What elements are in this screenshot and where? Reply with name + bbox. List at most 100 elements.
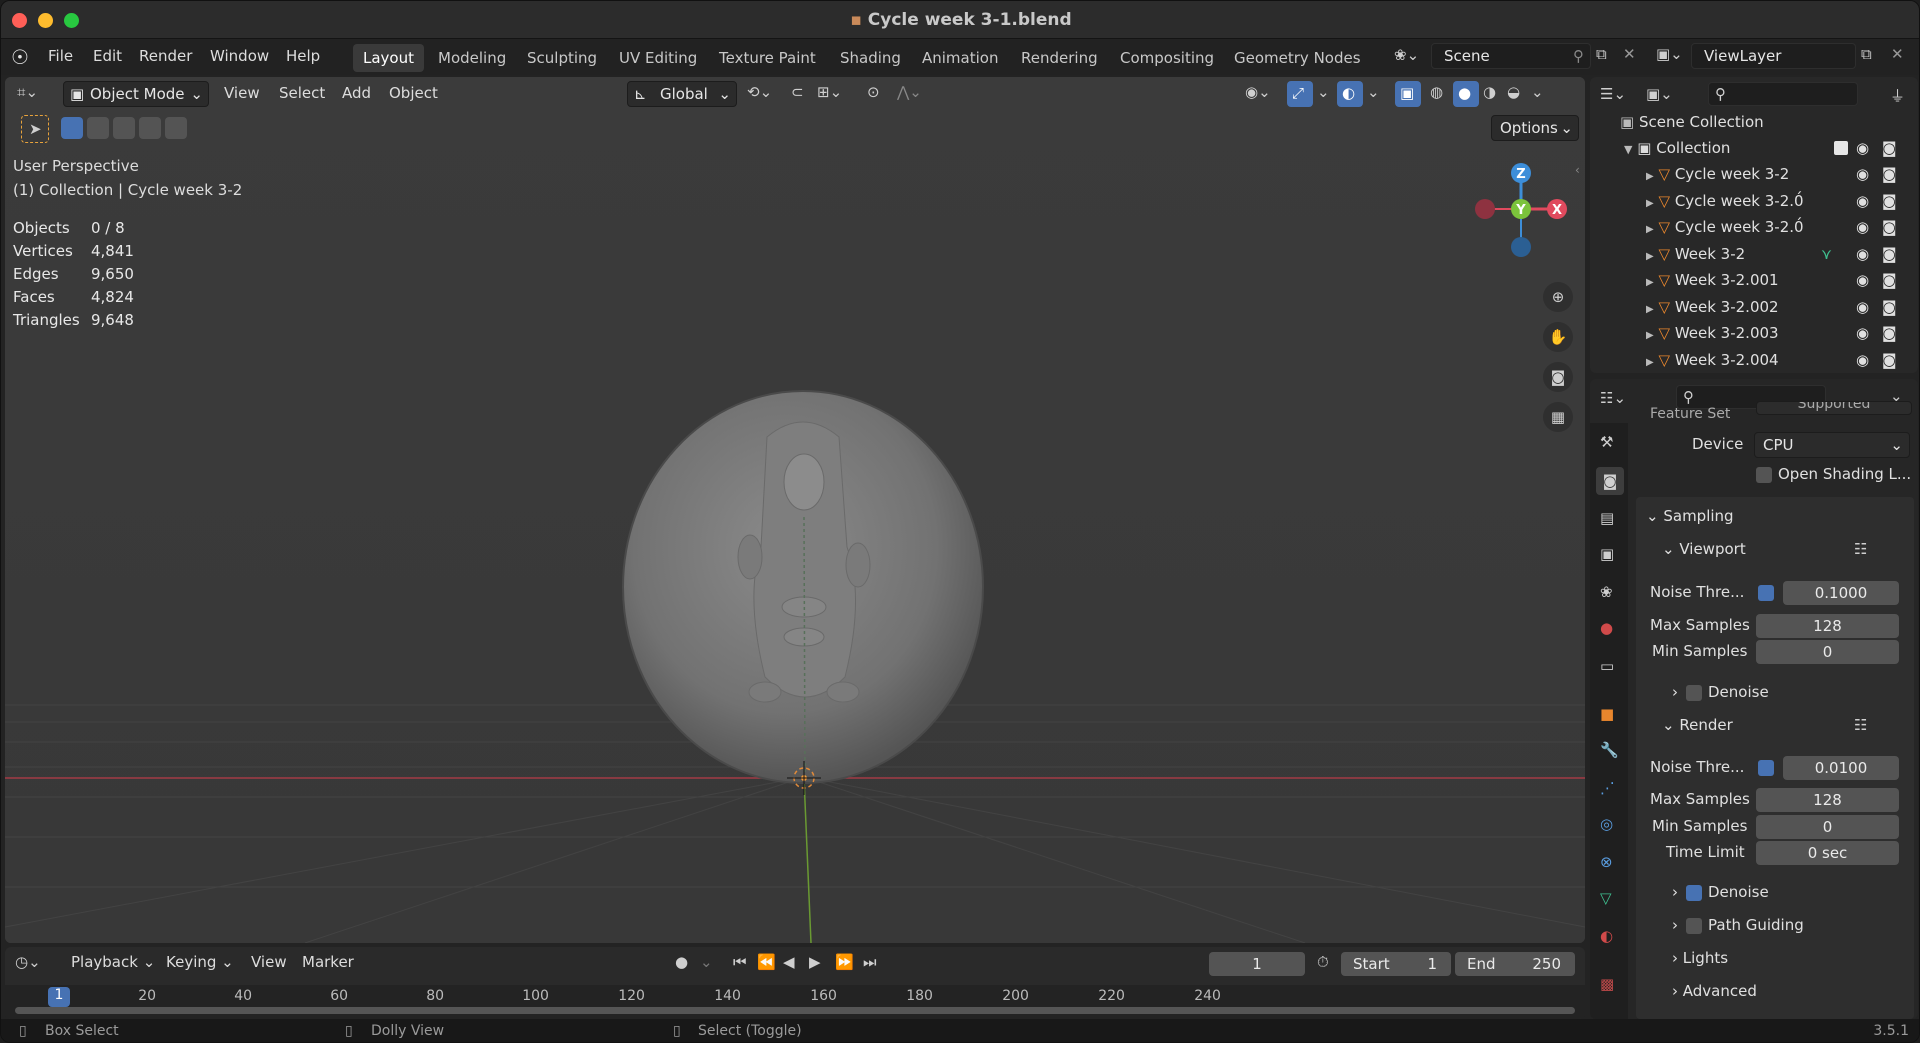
auto-key-dropdown-icon[interactable]: ⌄ <box>700 953 713 971</box>
pin-icon[interactable]: ⚲ <box>1573 47 1584 65</box>
start-frame-field[interactable]: Start 1 <box>1341 952 1451 976</box>
pan-hand-icon[interactable]: ✋ <box>1543 322 1573 352</box>
eye-icon[interactable]: ◉ <box>1856 298 1869 316</box>
select-new-button[interactable] <box>61 117 83 139</box>
path-guiding-row[interactable]: › <box>1672 916 1678 934</box>
menu-file[interactable]: File <box>48 47 73 65</box>
jump-end-icon[interactable]: ⏭ <box>863 953 877 971</box>
viewport-menu-view[interactable]: View <box>224 84 260 102</box>
camera-icon[interactable]: ◙ <box>1882 165 1897 183</box>
filter-icon[interactable]: ⏚ <box>1890 85 1905 106</box>
presets-list-icon[interactable]: ☷ <box>1854 716 1867 734</box>
overlay-dropdown-icon[interactable]: ⌄ <box>1367 83 1380 101</box>
render-noise-checkbox[interactable] <box>1758 760 1774 776</box>
overlay-toggle[interactable]: ◐ <box>1337 81 1363 107</box>
gizmo-toggle[interactable]: ⤢ <box>1287 81 1313 107</box>
tab-geometry-nodes[interactable]: Geometry Nodes <box>1224 44 1371 72</box>
gizmo-neg-z-axis[interactable] <box>1511 237 1531 257</box>
3d-viewport[interactable]: ⌗⌄ ▣ Object Mode ⌄ View Select Add Objec… <box>5 77 1585 943</box>
viewport-max-samples-field[interactable]: 128 <box>1756 614 1899 638</box>
texture-tab-icon[interactable]: ▩ <box>1600 975 1614 993</box>
new-view-layer-icon[interactable]: ⧉ <box>1861 45 1872 63</box>
gizmo-neg-x-axis[interactable] <box>1475 199 1495 219</box>
end-frame-field[interactable]: End 250 <box>1455 952 1575 976</box>
collection-tab-icon[interactable]: ▭ <box>1600 657 1614 675</box>
timeline-menu-view[interactable]: View <box>251 953 287 971</box>
select-invert-button[interactable] <box>139 117 161 139</box>
time-limit-field[interactable]: 0 sec <box>1756 841 1899 865</box>
render-denoise-row[interactable]: › <box>1672 883 1678 901</box>
timeline-scrollbar[interactable] <box>15 1007 1575 1014</box>
tool-tab-icon[interactable]: ⚒ <box>1600 433 1613 451</box>
scene-collection-row[interactable]: ▣ Scene Collection <box>1620 113 1764 131</box>
camera-view-icon[interactable]: ◙ <box>1543 362 1573 392</box>
data-tab-icon[interactable]: ▽ <box>1600 889 1612 907</box>
camera-icon[interactable]: ◙ <box>1882 218 1897 236</box>
osl-checkbox[interactable] <box>1756 467 1772 483</box>
menu-window[interactable]: Window <box>210 47 269 65</box>
particles-tab-icon[interactable]: ⋰ <box>1600 779 1615 797</box>
xray-toggle[interactable]: ▣ <box>1395 81 1421 107</box>
wireframe-shading-icon[interactable]: ◍ <box>1430 83 1443 101</box>
new-scene-icon[interactable]: ⧉ <box>1596 45 1607 63</box>
rendered-shading-icon[interactable]: ◒ <box>1507 83 1520 101</box>
scene-tab-icon[interactable]: ❀ <box>1600 583 1613 601</box>
constraints-tab-icon[interactable]: ⊗ <box>1600 853 1613 871</box>
sidebar-toggle-icon[interactable]: ‹ <box>1575 163 1580 177</box>
eye-icon[interactable]: ◉ <box>1856 271 1869 289</box>
play-reverse-icon[interactable]: ◀ <box>783 953 795 971</box>
gizmo-dropdown-icon[interactable]: ⌄ <box>1317 83 1330 101</box>
navigation-gizmo[interactable]: Z Y X <box>1461 155 1581 275</box>
viewport-noise-checkbox[interactable] <box>1758 585 1774 601</box>
falloff-icon[interactable]: ⋀⌄ <box>897 83 922 101</box>
outliner-item[interactable]: ▶ ▽ Cycle week 3-2.0́ ◉ ◙ <box>1646 192 1916 214</box>
render-max-samples-field[interactable]: 128 <box>1756 788 1899 812</box>
render-denoise-checkbox[interactable] <box>1686 885 1702 901</box>
render-tab-icon[interactable]: ◙ <box>1596 467 1624 495</box>
timeline-editor-type-icon[interactable]: ◷⌄ <box>15 953 41 971</box>
snap-icon[interactable]: ⊂ <box>791 83 804 101</box>
options-dropdown[interactable]: Options ⌄ <box>1491 115 1579 141</box>
tab-animation[interactable]: Animation <box>912 44 1008 72</box>
outliner-item[interactable]: ▶ ▽ Week 3-2.003 ◉ ◙ <box>1646 324 1916 346</box>
exclude-checkbox[interactable] <box>1834 141 1848 155</box>
tab-layout[interactable]: Layout <box>353 44 424 72</box>
camera-icon[interactable]: ◙ <box>1882 324 1897 342</box>
material-tab-icon[interactable]: ◐ <box>1600 927 1613 945</box>
tab-rendering[interactable]: Rendering <box>1011 44 1108 72</box>
current-frame-field[interactable]: 1 <box>1209 952 1305 976</box>
viewport-menu-object[interactable]: Object <box>389 84 438 102</box>
tab-shading[interactable]: Shading <box>830 44 911 72</box>
presets-list-icon[interactable]: ☷ <box>1854 540 1867 558</box>
eye-icon[interactable]: ◉ <box>1856 165 1869 183</box>
camera-icon[interactable]: ◙ <box>1882 271 1897 289</box>
camera-icon[interactable]: ◙ <box>1882 298 1897 316</box>
outliner-item[interactable]: ▶ ▽ Week 3-2.004 ◉ ◙ <box>1646 351 1916 373</box>
outliner-item[interactable]: ▶ ▽ Cycle week 3-2 ◉ ◙ <box>1646 165 1916 187</box>
delete-view-layer-icon[interactable]: ✕ <box>1891 45 1904 63</box>
outliner-item[interactable]: ▶ ▽ Week 3-2 ⋎ ◉ ◙ <box>1646 245 1916 267</box>
modifier-tab-icon[interactable]: 🔧 <box>1600 741 1619 759</box>
outliner-item[interactable]: ▶ ▽ Week 3-2.002 ◉ ◙ <box>1646 298 1916 320</box>
prev-keyframe-icon[interactable]: ⏪ <box>757 953 776 971</box>
select-extend-button[interactable] <box>87 117 109 139</box>
render-noise-field[interactable]: 0.0100 <box>1783 756 1899 780</box>
collection-row[interactable]: ▼ ▣ Collection ◉ ◙ <box>1624 139 1914 157</box>
render-subheader[interactable]: ⌄ Render <box>1662 716 1733 734</box>
menu-edit[interactable]: Edit <box>93 47 122 65</box>
transform-orientation-selector[interactable]: ⊾ Global ⌄ <box>627 81 737 107</box>
jump-start-icon[interactable]: ⏮ <box>733 953 747 971</box>
eye-icon[interactable]: ◉ <box>1856 324 1869 342</box>
snap-target-icon[interactable]: ⊞⌄ <box>817 83 842 101</box>
solid-shading-button[interactable]: ● <box>1453 81 1479 107</box>
outliner-search-input[interactable]: ⚲ <box>1708 82 1858 106</box>
camera-icon[interactable]: ◙ <box>1882 351 1897 369</box>
editor-type-icon[interactable]: ⌗⌄ <box>17 83 38 101</box>
next-keyframe-icon[interactable]: ⏩ <box>835 953 854 971</box>
shading-dropdown-icon[interactable]: ⌄ <box>1531 83 1544 101</box>
world-tab-icon[interactable]: ● <box>1600 619 1613 637</box>
viewport-menu-add[interactable]: Add <box>342 84 371 102</box>
camera-icon[interactable]: ◙ <box>1882 192 1897 210</box>
timeline-menu-marker[interactable]: Marker <box>302 953 354 971</box>
stopwatch-icon[interactable]: ⏱ <box>1317 953 1329 971</box>
